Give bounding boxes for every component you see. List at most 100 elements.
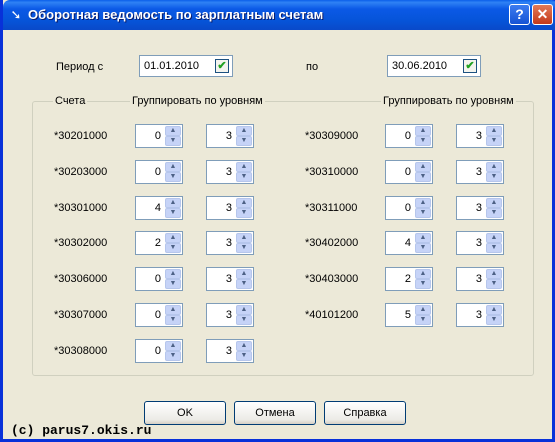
spin-down-icon[interactable]: ▼ [165,315,181,325]
level-to-spinner[interactable]: 3 ▲ ▼ [456,124,504,148]
spin-up-icon[interactable]: ▲ [236,233,252,243]
spin-down-icon[interactable]: ▼ [486,243,502,253]
spin-up-icon[interactable]: ▲ [165,126,181,136]
spin-up-icon[interactable]: ▲ [486,198,502,208]
spin-down-icon[interactable]: ▼ [165,208,181,218]
date-from-checkbox[interactable]: ✔ [215,59,229,73]
level-from-spinner[interactable]: 5 ▲ ▼ [385,303,433,327]
level-to-spinner[interactable]: 3 ▲ ▼ [456,267,504,291]
level-from-spinner[interactable]: 0 ▲ ▼ [385,160,433,184]
spin-up-icon[interactable]: ▲ [486,305,502,315]
spin-up-icon[interactable]: ▲ [165,305,181,315]
spin-up-icon[interactable]: ▲ [236,269,252,279]
spinner-value: 5 [404,309,411,321]
spin-up-icon[interactable]: ▲ [165,269,181,279]
spin-up-icon[interactable]: ▲ [415,126,431,136]
spin-up-icon[interactable]: ▲ [165,341,181,351]
level-to-spinner[interactable]: 3 ▲ ▼ [206,267,254,291]
level-to-spinner[interactable]: 3 ▲ ▼ [456,196,504,220]
level-from-spinner[interactable]: 0 ▲ ▼ [135,124,183,148]
spinner-value: 0 [404,130,411,142]
level-from-spinner[interactable]: 4 ▲ ▼ [385,231,433,255]
spin-up-icon[interactable]: ▲ [486,126,502,136]
spin-down-icon[interactable]: ▼ [236,208,252,218]
spin-down-icon[interactable]: ▼ [236,136,252,146]
level-from-spinner[interactable]: 0 ▲ ▼ [385,124,433,148]
spin-down-icon[interactable]: ▼ [165,172,181,182]
level-from-spinner[interactable]: 0 ▲ ▼ [135,303,183,327]
spinner-value: 3 [475,130,482,142]
spin-up-icon[interactable]: ▲ [165,162,181,172]
spin-up-icon[interactable]: ▲ [415,269,431,279]
spin-up-icon[interactable]: ▲ [486,162,502,172]
level-from-spinner[interactable]: 4 ▲ ▼ [135,196,183,220]
spinner-value: 3 [475,166,482,178]
level-to-spinner[interactable]: 3 ▲ ▼ [456,160,504,184]
spin-down-icon[interactable]: ▼ [486,136,502,146]
date-to-checkbox[interactable]: ✔ [463,59,477,73]
spin-down-icon[interactable]: ▼ [236,172,252,182]
spin-down-icon[interactable]: ▼ [486,172,502,182]
spin-up-icon[interactable]: ▲ [415,233,431,243]
account-code: *30310000 [305,166,359,178]
spin-down-icon[interactable]: ▼ [236,351,252,361]
spin-down-icon[interactable]: ▼ [236,243,252,253]
level-to-spinner[interactable]: 3 ▲ ▼ [206,160,254,184]
spin-down-icon[interactable]: ▼ [165,279,181,289]
account-code: *40101200 [305,309,359,321]
spin-down-icon[interactable]: ▼ [236,279,252,289]
close-button[interactable]: ✕ [532,4,553,25]
spin-up-icon[interactable]: ▲ [236,126,252,136]
spin-down-icon[interactable]: ▼ [415,243,431,253]
spin-up-icon[interactable]: ▲ [165,233,181,243]
spin-down-icon[interactable]: ▼ [165,351,181,361]
level-from-spinner[interactable]: 0 ▲ ▼ [135,160,183,184]
level-to-spinner[interactable]: 3 ▲ ▼ [456,303,504,327]
level-from-spinner[interactable]: 0 ▲ ▼ [385,196,433,220]
account-code: *30307000 [54,309,108,321]
spin-down-icon[interactable]: ▼ [415,208,431,218]
cancel-button[interactable]: Отмена [234,401,316,425]
help-dialog-button[interactable]: Справка [324,401,406,425]
help-button[interactable]: ? [509,4,530,25]
level-to-spinner[interactable]: 3 ▲ ▼ [206,303,254,327]
spin-down-icon[interactable]: ▼ [415,136,431,146]
spinner-value: 3 [225,166,232,178]
level-to-spinner[interactable]: 3 ▲ ▼ [206,196,254,220]
ok-button[interactable]: OK [144,401,226,425]
date-from-field[interactable]: 01.01.2010 ✔ [139,55,233,77]
spin-down-icon[interactable]: ▼ [486,315,502,325]
spin-down-icon[interactable]: ▼ [415,315,431,325]
spin-down-icon[interactable]: ▼ [415,279,431,289]
spin-up-icon[interactable]: ▲ [415,305,431,315]
spin-down-icon[interactable]: ▼ [486,208,502,218]
spinner-value: 0 [154,345,161,357]
level-from-spinner[interactable]: 0 ▲ ▼ [135,267,183,291]
date-to-field[interactable]: 30.06.2010 ✔ [387,55,481,77]
spin-up-icon[interactable]: ▲ [236,341,252,351]
account-code: *30306000 [54,273,108,285]
spin-down-icon[interactable]: ▼ [415,172,431,182]
spin-down-icon[interactable]: ▼ [165,243,181,253]
level-to-spinner[interactable]: 3 ▲ ▼ [206,124,254,148]
spin-down-icon[interactable]: ▼ [165,136,181,146]
level-from-spinner[interactable]: 2 ▲ ▼ [385,267,433,291]
spin-up-icon[interactable]: ▲ [165,198,181,208]
level-to-spinner[interactable]: 3 ▲ ▼ [206,231,254,255]
spin-up-icon[interactable]: ▲ [236,305,252,315]
level-from-spinner[interactable]: 2 ▲ ▼ [135,231,183,255]
spin-down-icon[interactable]: ▼ [236,315,252,325]
spin-up-icon[interactable]: ▲ [236,198,252,208]
spin-up-icon[interactable]: ▲ [486,233,502,243]
level-to-spinner[interactable]: 3 ▲ ▼ [206,339,254,363]
account-code: *30301000 [54,202,108,214]
level-to-spinner[interactable]: 3 ▲ ▼ [456,231,504,255]
spin-up-icon[interactable]: ▲ [415,162,431,172]
spin-up-icon[interactable]: ▲ [486,269,502,279]
spin-down-icon[interactable]: ▼ [486,279,502,289]
level-from-spinner[interactable]: 0 ▲ ▼ [135,339,183,363]
spin-up-icon[interactable]: ▲ [236,162,252,172]
title-bar[interactable]: ➘ Оборотная ведомость по зарплатным счет… [3,0,555,30]
spin-up-icon[interactable]: ▲ [415,198,431,208]
spinner-value: 0 [404,166,411,178]
